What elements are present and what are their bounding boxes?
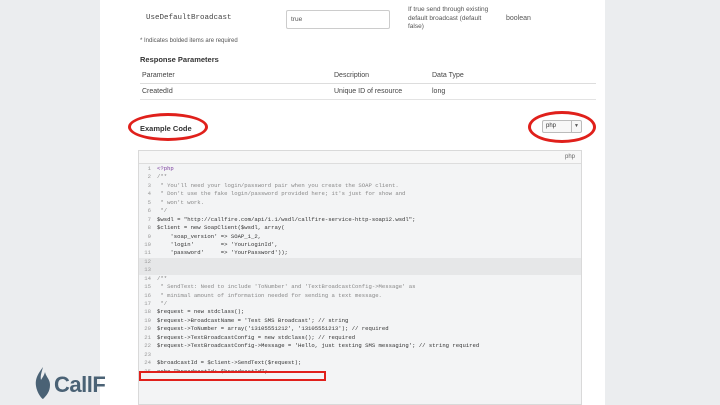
param-description: If true send through existing default br… — [408, 6, 489, 30]
param-type: boolean — [506, 15, 531, 22]
header-parameter: Parameter — [142, 72, 175, 79]
code-line: 11 'password' => 'YourPassword')); — [139, 249, 581, 257]
code-text: * Don't use the fake login/password prov… — [157, 190, 406, 198]
line-number: 8 — [147, 224, 151, 232]
code-line: 2 /** — [139, 173, 581, 181]
code-line: 13 — [139, 266, 581, 275]
code-line: 15 * SendText: Need to include 'ToNumber… — [139, 283, 581, 291]
code-text: * You'll need your login/password pair w… — [157, 181, 399, 189]
code-line: 21 $request->TextBroadcastConfig = new st… — [139, 334, 581, 342]
code-line: 7 $wsdl = "http://callfire.com/api/1.1/ws… — [139, 216, 581, 224]
flame-icon — [35, 367, 50, 399]
line-number: 13 — [144, 266, 151, 274]
code-line: 19 $request->BroadcastName = 'Test SMS Br… — [139, 317, 581, 325]
line-number: 18 — [144, 308, 151, 316]
cell-description: Unique ID of resource — [334, 88, 403, 95]
response-table-header: Parameter Description Data Type — [140, 70, 596, 84]
line-number: 3 — [147, 181, 151, 189]
code-text: $request = new stdclass(); — [157, 308, 245, 316]
code-text: 'soap_version' => SOAP_1_2, — [157, 232, 262, 240]
code-line: 18 $request = new stdclass(); — [139, 308, 581, 316]
code-line: 10 'login' => 'YourLoginId', — [139, 241, 581, 249]
line-number: 21 — [144, 333, 151, 341]
line-number: 9 — [147, 232, 151, 240]
line-number: 1 — [147, 165, 151, 172]
line-number: 19 — [144, 316, 151, 324]
code-line: 12 — [139, 257, 581, 267]
code-text: */ — [157, 207, 168, 215]
code-line: 4 * Don't use the fake login/password pr… — [139, 190, 581, 198]
line-number: 2 — [147, 173, 151, 181]
highlight-circle-title — [128, 113, 208, 141]
code-line: 22 $request->TextBroadcastConfig->Message… — [139, 342, 581, 350]
line-number: 16 — [144, 291, 151, 299]
line-number: 24 — [144, 359, 151, 367]
code-line: 20 $request->ToNumber = array('1310555121… — [139, 325, 581, 333]
header-description: Description — [334, 72, 370, 79]
code-line: 14 /** — [139, 275, 581, 283]
param-name: UseDefaultBroadcast — [146, 14, 232, 22]
code-text: <?php — [157, 165, 174, 172]
code-text: $request->BroadcastName = 'Test SMS Broa… — [157, 316, 349, 324]
code-line: 3 * You'll need your login/password pair… — [139, 182, 581, 190]
line-number: 6 — [147, 207, 151, 215]
code-line: 9 'soap_version' => SOAP_1_2, — [139, 233, 581, 241]
code-language-label: php — [139, 151, 581, 164]
code-line: 5 * won't work. — [139, 199, 581, 207]
code-text: /** — [157, 173, 168, 181]
code-text: $client = new SoapClient($wsdl, array( — [157, 224, 285, 232]
code-line: 1 <?php — [139, 165, 581, 173]
line-number: 12 — [144, 257, 151, 265]
code-line: 17 */ — [139, 300, 581, 308]
header-data-type: Data Type — [432, 72, 464, 79]
code-text: * won't work. — [157, 198, 204, 206]
param-value-input[interactable] — [286, 10, 390, 29]
line-number: 10 — [144, 240, 151, 248]
line-number: 20 — [144, 325, 151, 333]
code-text: $request->ToNumber = array('13105551212'… — [157, 325, 389, 333]
code-text: */ — [157, 300, 168, 307]
code-text: $broadcastId = $client->SendText($reques… — [157, 359, 302, 367]
cell-data-type: long — [432, 88, 446, 95]
code-line: 8 $client = new SoapClient($wsdl, array( — [139, 224, 581, 232]
highlight-circle-language — [528, 111, 596, 143]
code-block: php 1 <?php 2/** 3 * You'll need your login… — [138, 150, 582, 405]
line-number: 22 — [144, 342, 151, 350]
code-text: 'login' => 'YourLoginId', — [157, 240, 278, 248]
line-number: 4 — [147, 190, 151, 198]
callfire-logo: CallF — [34, 366, 106, 402]
required-note: * Indicates bolded items are required — [140, 38, 238, 44]
cell-parameter: CreatedId — [142, 88, 173, 95]
code-line: 23 — [139, 351, 581, 359]
table-row: CreatedId Unique ID of resource long — [140, 86, 596, 100]
code-line: 24 $broadcastId = $client->SendText($requ… — [139, 359, 581, 367]
code-text: $request->TextBroadcastConfig = new stdc… — [157, 333, 356, 341]
code-line: 16 * minimal amount of information neede… — [139, 292, 581, 300]
line-number: 11 — [144, 249, 151, 257]
response-parameters-title: Response Parameters — [140, 55, 219, 64]
line-number: 23 — [144, 350, 151, 358]
code-text: $wsdl = "http://callfire.com/api/1.1/wsd… — [157, 215, 416, 223]
brand-name: CallF — [54, 372, 106, 397]
code-text: /** — [157, 274, 168, 282]
code-text: $request->TextBroadcastConfig->Message =… — [157, 342, 480, 350]
line-number: 7 — [147, 215, 151, 223]
line-number: 17 — [144, 300, 151, 307]
code-text: 'password' => 'YourPassword')); — [157, 249, 288, 257]
line-number: 15 — [144, 283, 151, 291]
line-number: 14 — [144, 274, 151, 282]
code-lines: 1 <?php 2/** 3 * You'll need your login/pas… — [139, 165, 581, 376]
highlight-box-sendtext — [139, 371, 326, 381]
code-text: * minimal amount of information needed f… — [157, 291, 382, 299]
code-text: * SendText: Need to include 'ToNumber' a… — [157, 283, 416, 291]
line-number: 5 — [147, 198, 151, 206]
code-line: 6 */ — [139, 207, 581, 215]
param-row-use-default-broadcast: UseDefaultBroadcast If true send through… — [140, 6, 590, 32]
